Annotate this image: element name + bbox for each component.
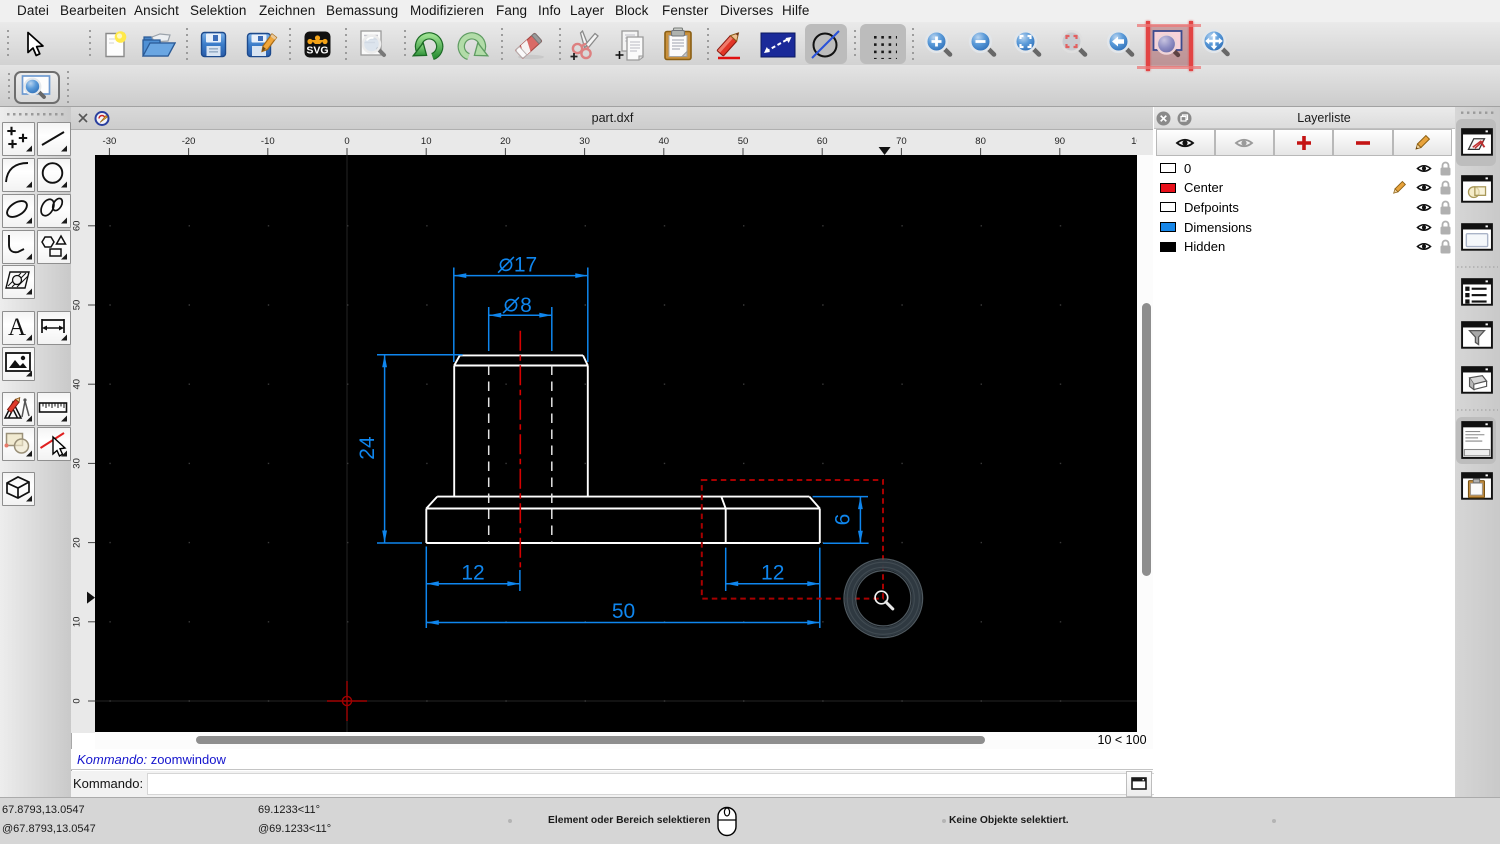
svg-text:60: 60	[817, 136, 828, 147]
svg-text:12: 12	[461, 562, 484, 585]
svg-text:8: 8	[520, 294, 532, 317]
svg-text:100: 100	[1131, 136, 1137, 147]
svg-text:50: 50	[72, 300, 83, 311]
svg-text:20: 20	[500, 136, 511, 147]
svg-text:10: 10	[72, 617, 83, 628]
svg-text:17: 17	[514, 254, 537, 277]
svg-text:-20: -20	[182, 136, 196, 147]
svg-text:-10: -10	[261, 136, 275, 147]
svg-text:SVG: SVG	[306, 45, 328, 57]
svg-text:24: 24	[356, 436, 379, 460]
svg-text:30: 30	[579, 136, 590, 147]
svg-text:0: 0	[344, 136, 349, 147]
svg-text:-30: -30	[103, 136, 117, 147]
svg-text:90: 90	[1055, 136, 1066, 147]
svg-text:50: 50	[612, 600, 635, 623]
svg-text:50: 50	[738, 136, 749, 147]
svg-text:70: 70	[896, 136, 907, 147]
svg-text:12: 12	[761, 562, 784, 585]
svg-text:A: A	[7, 314, 25, 341]
svg-text:6: 6	[832, 514, 855, 526]
svg-text:40: 40	[72, 379, 83, 390]
svg-text:40: 40	[659, 136, 670, 147]
svg-text:20: 20	[72, 537, 83, 548]
svg-text:0: 0	[72, 698, 83, 703]
svg-text:80: 80	[975, 136, 986, 147]
svg-text:60: 60	[72, 221, 83, 232]
svg-text:10: 10	[421, 136, 432, 147]
svg-text:30: 30	[72, 458, 83, 469]
